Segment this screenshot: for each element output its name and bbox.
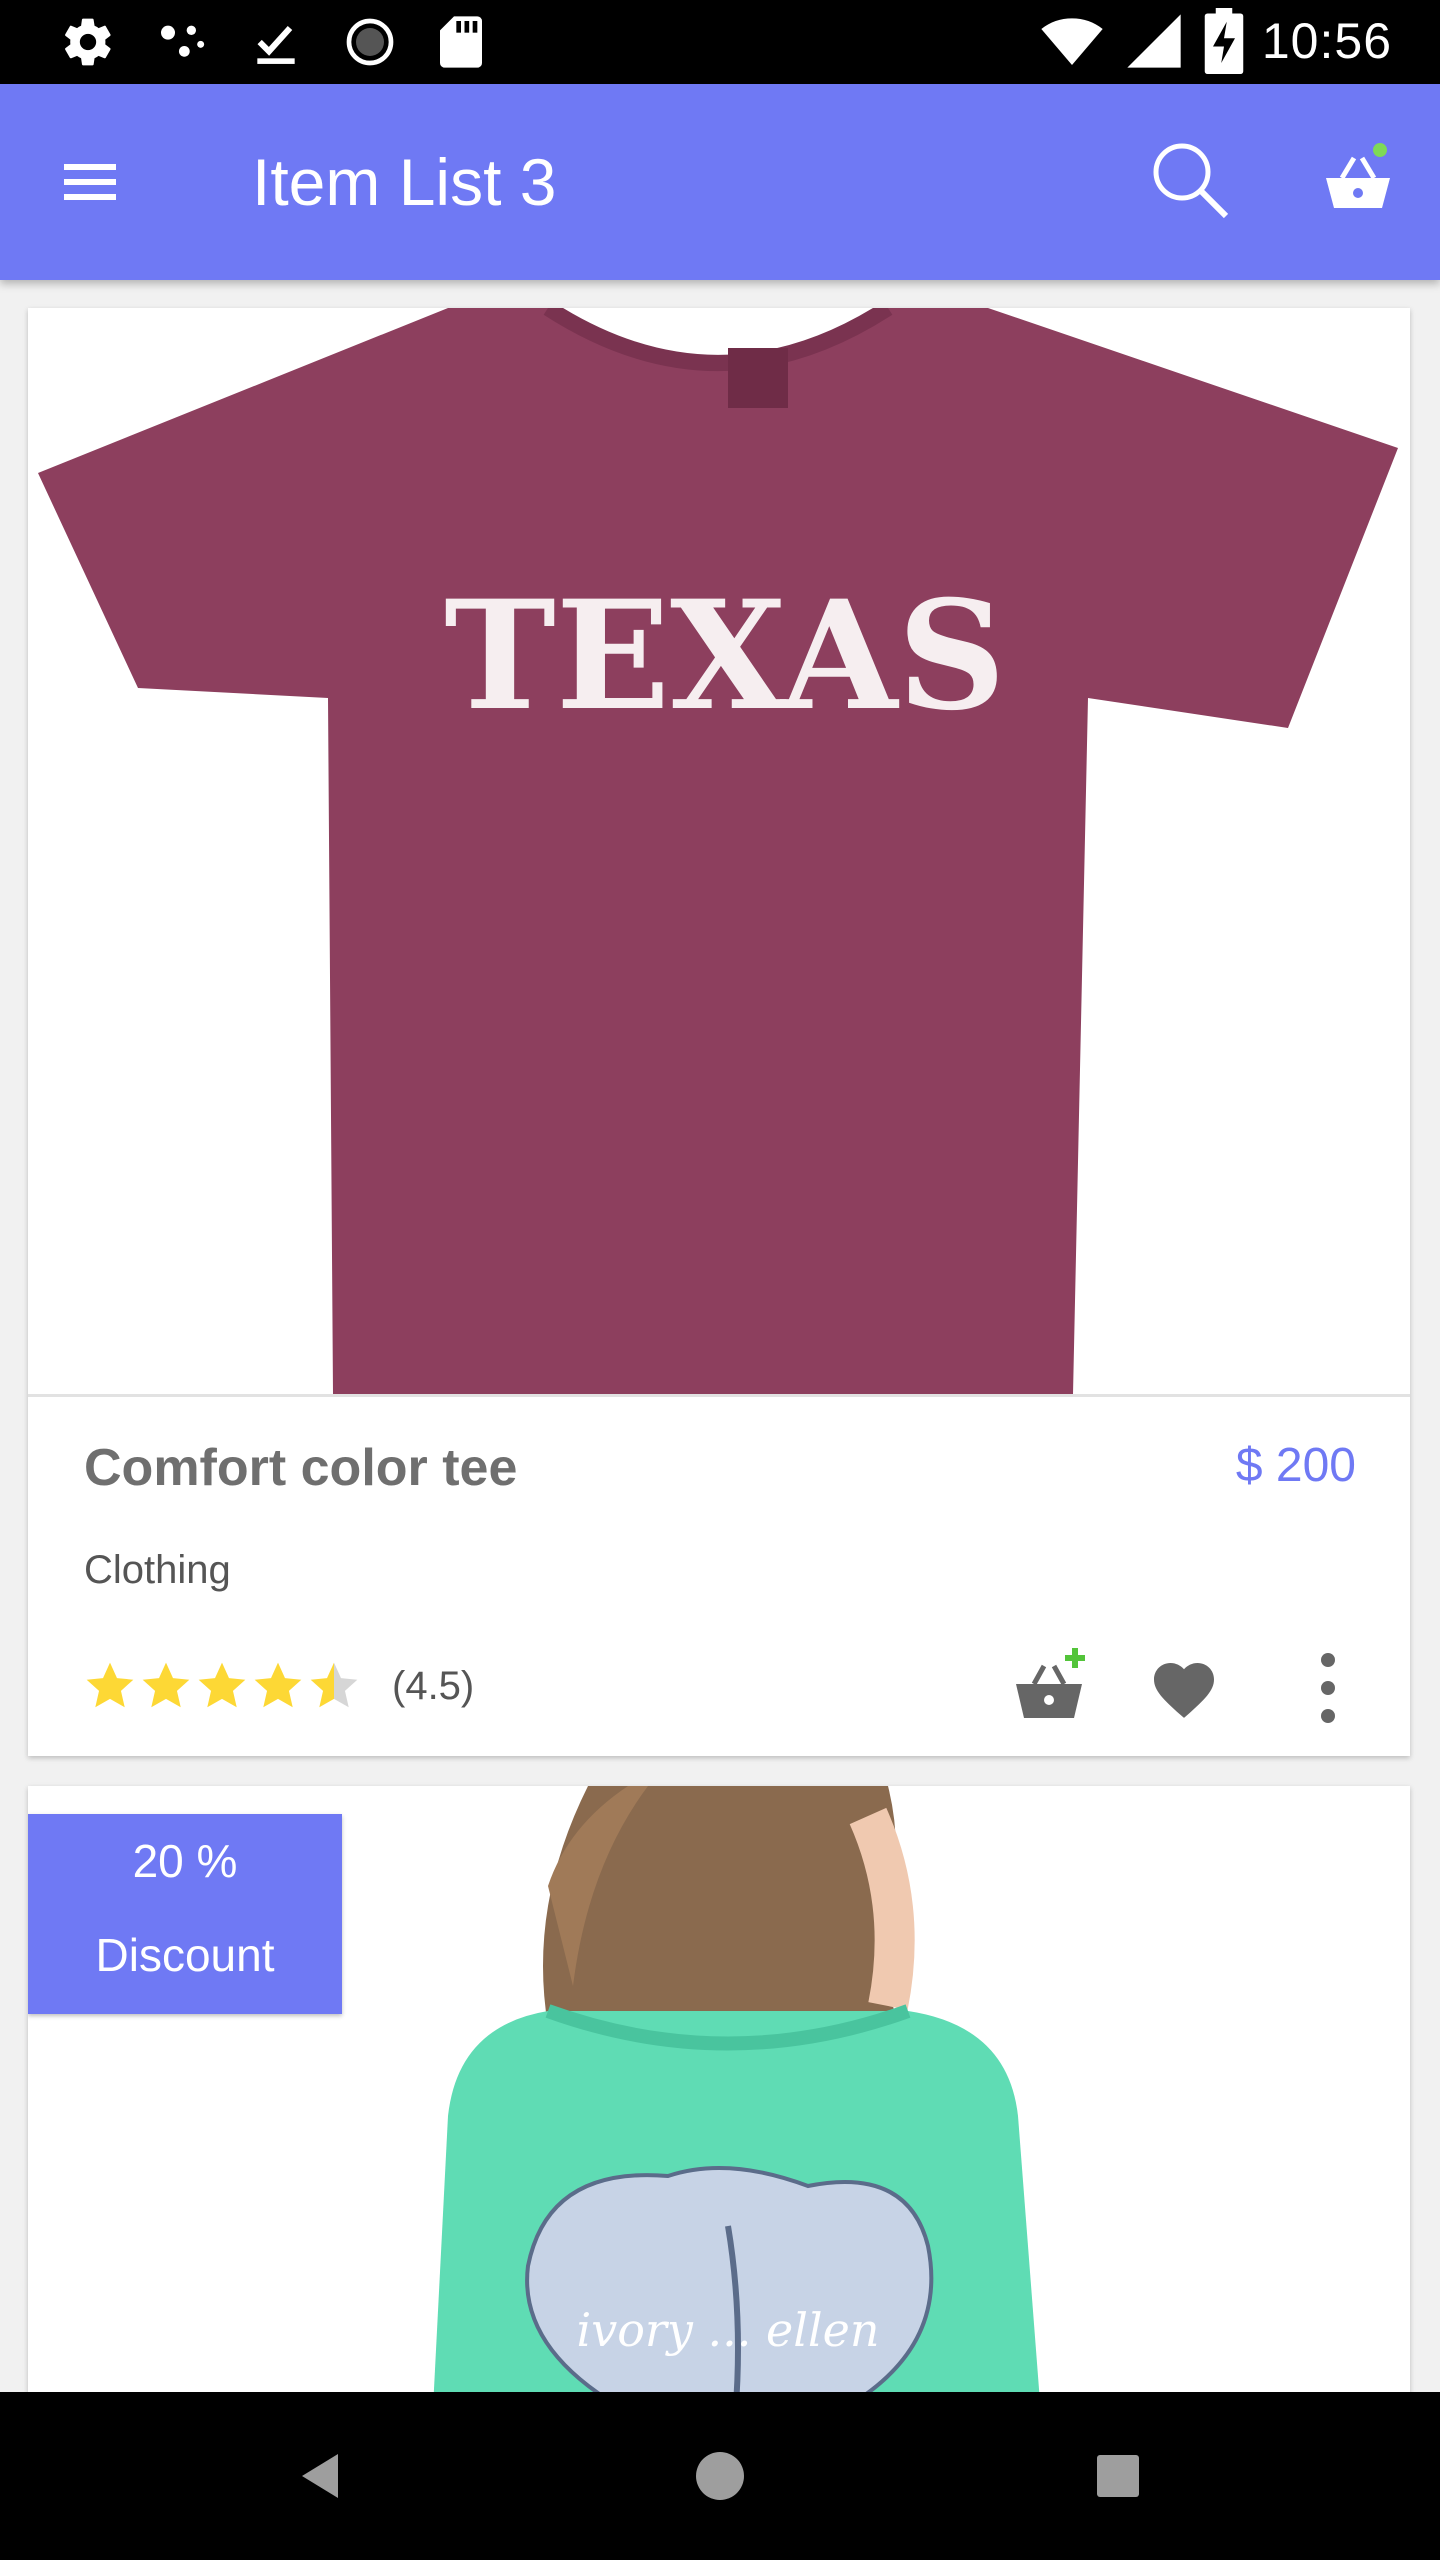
star-icon (142, 1662, 190, 1708)
product-image[interactable]: TEXAS (28, 308, 1410, 1397)
shirt-print-text: ivory ... ellen (577, 2303, 880, 2357)
sd-card-icon (440, 16, 482, 68)
search-icon (1153, 143, 1229, 219)
recent-apps-icon[interactable] (1088, 2446, 1148, 2506)
rating-stars: (4.5) (82, 1658, 474, 1714)
add-to-cart-button[interactable] (1010, 1648, 1090, 1728)
heart-icon (1154, 1663, 1214, 1718)
status-bar: 10:56 (0, 0, 1440, 84)
rating-value: (4.5) (392, 1663, 475, 1708)
more-options-button[interactable] (1308, 1648, 1348, 1728)
wifi-icon (1041, 18, 1103, 65)
dots-icon (161, 25, 205, 57)
star-icon (254, 1662, 302, 1708)
clock: 10:56 (1261, 13, 1392, 69)
page-title: Item List 3 (252, 145, 557, 219)
favorite-button[interactable] (1148, 1654, 1220, 1720)
more-vertical-icon (1321, 1653, 1335, 1723)
product-title[interactable]: Comfort color tee (84, 1438, 517, 1498)
product-card[interactable]: TEXAS Comfort color tee $ 200 Clothing (… (28, 308, 1410, 1756)
discount-percent: 20 % (132, 1835, 238, 1887)
tshirt-print-text: TEXAS (444, 568, 1006, 744)
hamburger-icon (64, 164, 116, 200)
signal-icon (1127, 14, 1181, 68)
sync-icon (346, 18, 394, 66)
discount-badge: 20 % Discount (28, 1814, 342, 2014)
navigation-bar (0, 2392, 1440, 2560)
back-icon[interactable] (292, 2446, 352, 2506)
battery-charging-icon (1204, 8, 1244, 74)
menu-button[interactable] (50, 142, 130, 222)
download-done-icon (257, 25, 295, 64)
home-icon[interactable] (690, 2446, 750, 2506)
search-button[interactable] (1148, 138, 1232, 222)
discount-label: Discount (95, 1929, 275, 1981)
cart-button[interactable] (1316, 142, 1400, 226)
settings-icon (65, 18, 111, 66)
tshirt-image: TEXAS (38, 308, 1398, 1394)
app-bar: Item List 3 (0, 84, 1440, 280)
star-icon (198, 1662, 246, 1708)
star-icon (86, 1662, 134, 1708)
half-star-icon (310, 1662, 358, 1708)
add-to-basket-icon (1016, 1648, 1085, 1718)
product-price: $ 200 (1235, 1439, 1356, 1492)
basket-icon (1326, 143, 1390, 208)
product-category: Clothing (84, 1548, 231, 1592)
